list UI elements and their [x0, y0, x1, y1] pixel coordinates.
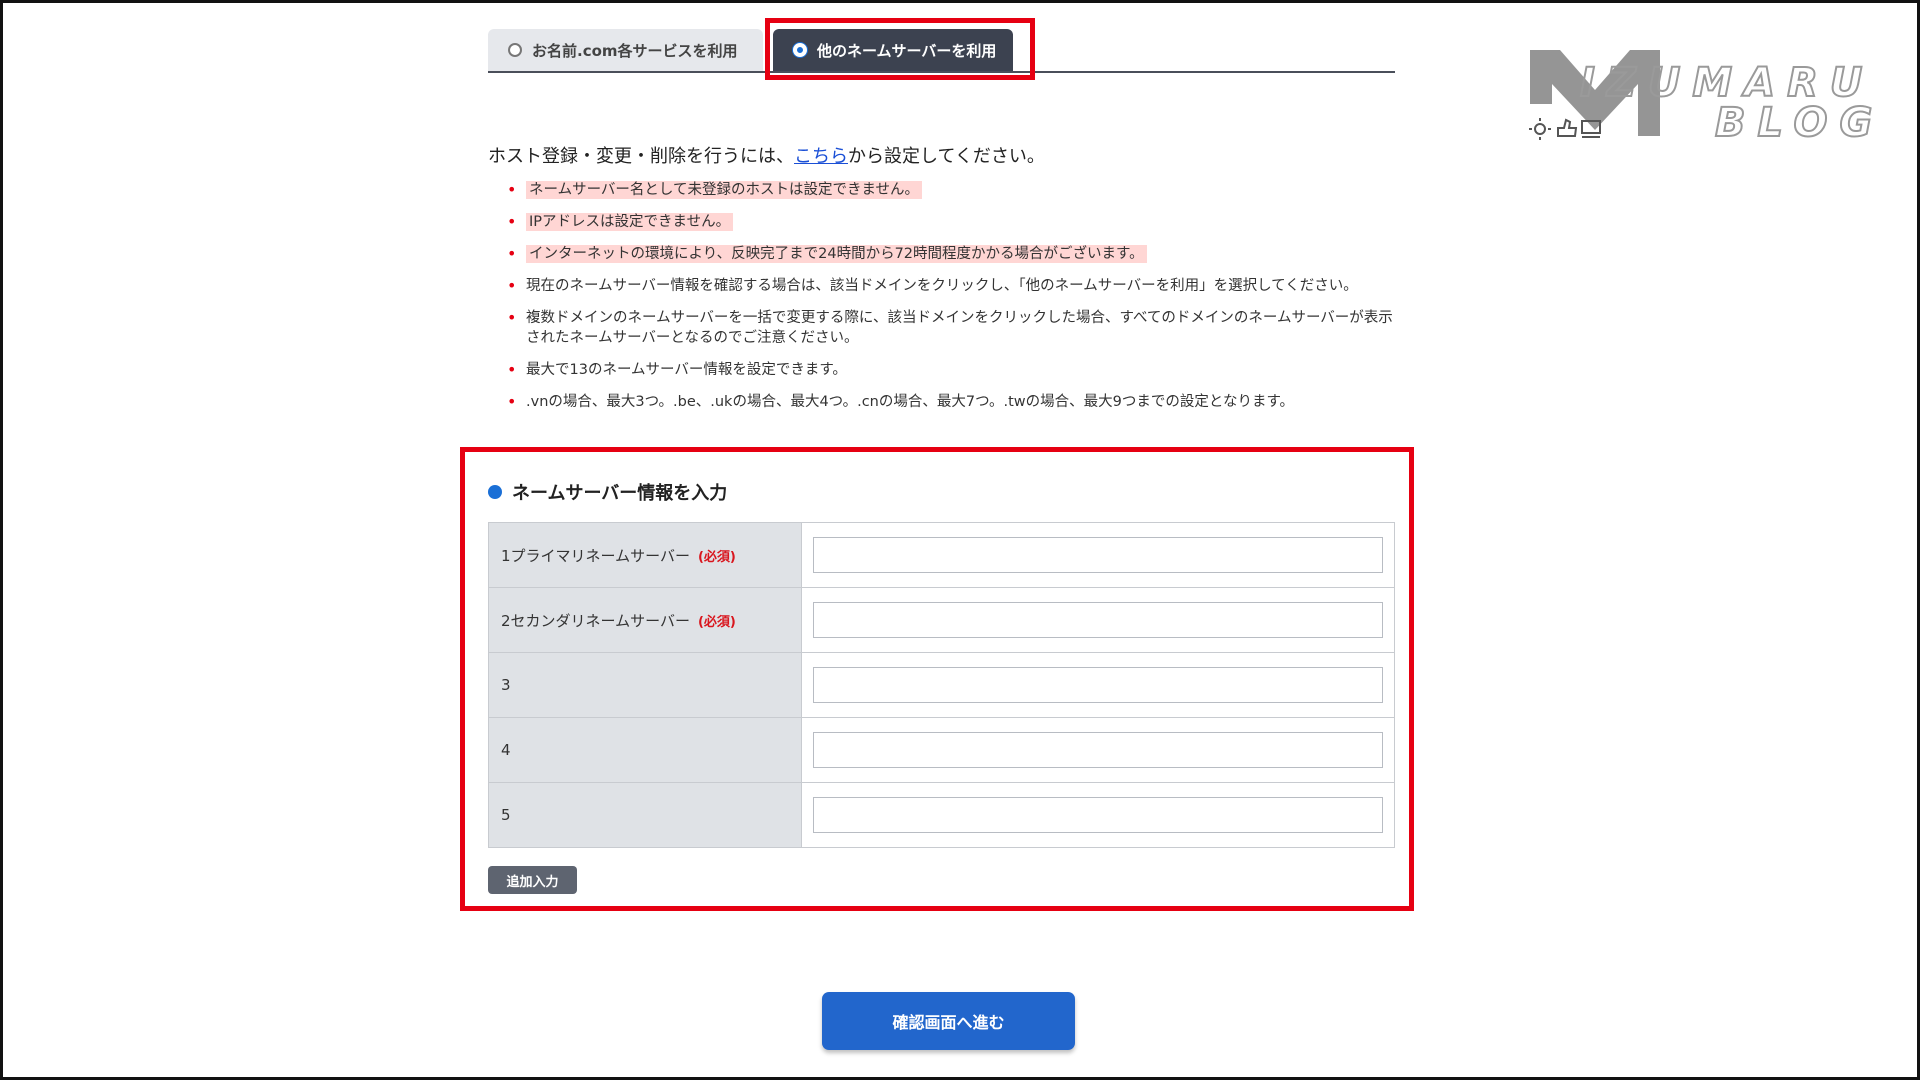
section-title-text: ネームサーバー情報を入力 — [512, 483, 728, 504]
row-label: 4 — [488, 717, 802, 783]
intro-after: から設定してください。 — [848, 146, 1045, 167]
list-item: IPアドレスは設定できません。 — [507, 212, 1396, 232]
table-row: 3 — [488, 652, 1395, 718]
tab-label: お名前.com各サービスを利用 — [532, 41, 738, 60]
add-input-button[interactable]: 追加入力 — [488, 866, 577, 894]
list-item: 現在のネームサーバー情報を確認する場合は、該当ドメインをクリックし、「他のネーム… — [507, 276, 1396, 296]
nameserver-3-input[interactable] — [813, 667, 1383, 703]
list-item: 複数ドメインのネームサーバーを一括で変更する際に、該当ドメインをクリックした場合… — [507, 308, 1396, 348]
host-settings-link[interactable]: こちら — [794, 146, 848, 167]
tab-onamae-service[interactable]: お名前.com各サービスを利用 — [488, 29, 763, 71]
sun-thumb-screen-icons — [1529, 118, 1601, 140]
nameserver-4-input[interactable] — [813, 732, 1383, 768]
nameserver-1-input[interactable] — [813, 537, 1383, 573]
intro-text: ホスト登録・変更・削除を行うには、こちらから設定してください。 — [488, 142, 1045, 168]
logo-line2: BLOG — [1715, 100, 1884, 144]
row-label: 5 — [488, 782, 802, 848]
izumaru-blog-logo: IZUMARU BLOG — [1529, 50, 1884, 144]
list-item: インターネットの環境により、反映完了まで24時間から72時間程度かかる場合がござ… — [507, 244, 1396, 264]
table-row: 5 — [488, 782, 1395, 848]
notes-list: ネームサーバー名として未登録のホストは設定できません。 IPアドレスは設定できま… — [507, 180, 1396, 424]
nameserver-2-input[interactable] — [813, 602, 1383, 638]
row-label: 3 — [488, 652, 802, 718]
list-item: .vnの場合、最大3つ。.be、.ukの場合、最大4つ。.cnの場合、最大7つ。… — [507, 392, 1396, 412]
section-title: ネームサーバー情報を入力 — [488, 479, 727, 505]
bullet-dot-icon — [488, 485, 502, 499]
required-badge: (必須) — [697, 549, 736, 565]
nameserver-table: 1プライマリネームサーバー (必須) 2セカンダリネームサーバー (必須) 3 4 … — [488, 522, 1395, 848]
row-label: 2セカンダリネームサーバー (必須) — [488, 587, 802, 653]
list-item: ネームサーバー名として未登録のホストは設定できません。 — [507, 180, 1396, 200]
radio-off-icon[interactable] — [508, 43, 522, 57]
list-item: 最大で13のネームサーバー情報を設定できます。 — [507, 360, 1396, 380]
highlight-box-tab — [765, 18, 1035, 80]
row-label: 1プライマリネームサーバー (必須) — [488, 522, 802, 588]
table-row: 4 — [488, 717, 1395, 783]
nameserver-5-input[interactable] — [813, 797, 1383, 833]
table-row: 2セカンダリネームサーバー (必須) — [488, 587, 1395, 653]
table-row: 1プライマリネームサーバー (必須) — [488, 522, 1395, 588]
intro-before: ホスト登録・変更・削除を行うには、 — [488, 146, 794, 167]
required-badge: (必須) — [697, 614, 736, 630]
proceed-to-confirm-button[interactable]: 確認画面へ進む — [822, 992, 1075, 1050]
